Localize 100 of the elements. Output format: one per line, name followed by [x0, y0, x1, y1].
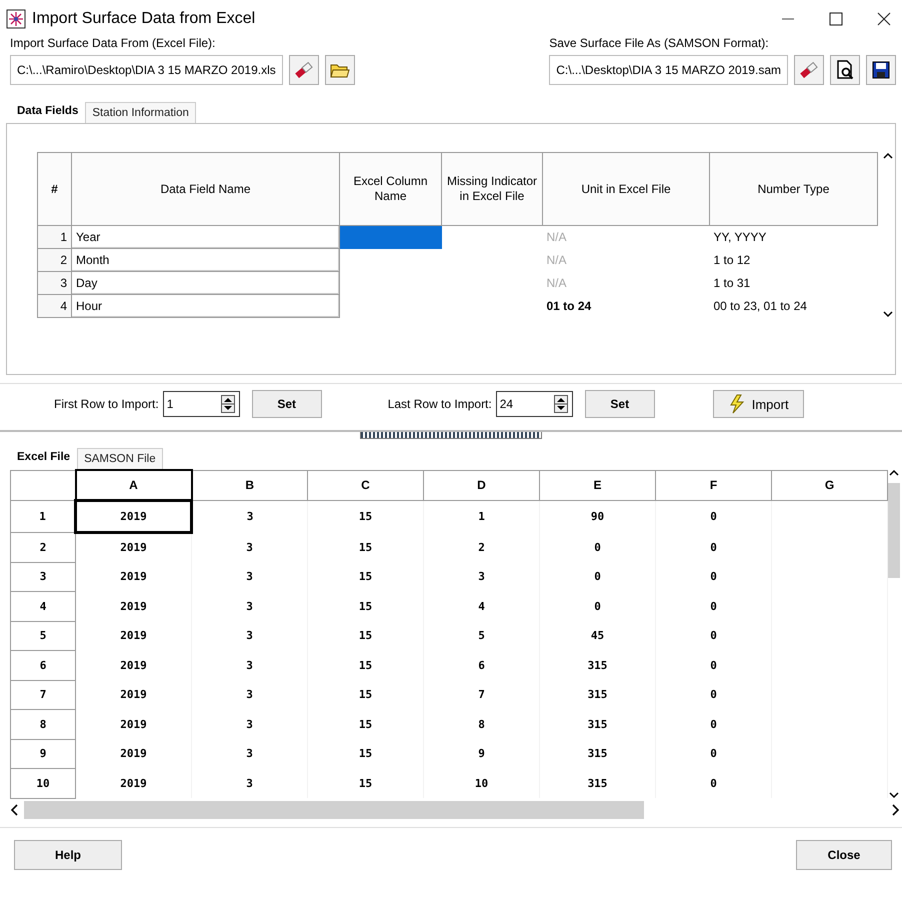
- grid-cell[interactable]: 5: [424, 621, 540, 650]
- grid-cell[interactable]: 15: [308, 621, 424, 650]
- grid-cell[interactable]: 90: [540, 500, 656, 532]
- row-header[interactable]: 10: [10, 768, 76, 798]
- grid-cell[interactable]: 3: [192, 768, 308, 798]
- column-header[interactable]: C: [308, 470, 424, 500]
- grid-cell[interactable]: 3: [192, 532, 308, 562]
- grid-cell[interactable]: 0: [656, 739, 772, 768]
- grid-cell[interactable]: 2019: [76, 562, 192, 592]
- grid-cell[interactable]: 8: [424, 710, 540, 739]
- scroll-down-icon[interactable]: [889, 790, 899, 798]
- grid-cell[interactable]: 315: [540, 710, 656, 739]
- spin-field[interactable]: 24: [496, 391, 573, 417]
- row-header[interactable]: 4: [10, 592, 76, 621]
- scroll-down-icon[interactable]: [883, 310, 893, 318]
- grid-cell[interactable]: 315: [540, 650, 656, 680]
- grid-cell[interactable]: 2: [424, 532, 540, 562]
- grid-cell[interactable]: 15: [308, 710, 424, 739]
- row-header[interactable]: 9: [10, 739, 76, 768]
- grid-cell[interactable]: 2019: [76, 500, 192, 532]
- grid-cell[interactable]: 15: [308, 650, 424, 680]
- close-icon[interactable]: [876, 11, 892, 27]
- column-header[interactable]: G: [772, 470, 888, 500]
- set-button[interactable]: Set: [584, 390, 655, 418]
- scroll-up-icon[interactable]: [889, 469, 899, 477]
- grid-cell[interactable]: 1: [424, 500, 540, 532]
- grid-cell[interactable]: 15: [308, 768, 424, 798]
- row-header[interactable]: 6: [10, 650, 76, 680]
- row-header[interactable]: 7: [10, 680, 76, 710]
- tab[interactable]: Station Information: [85, 102, 196, 123]
- column-header[interactable]: D: [424, 470, 540, 500]
- grid-cell[interactable]: 6: [424, 650, 540, 680]
- grid-cell[interactable]: 3: [192, 739, 308, 768]
- row-header[interactable]: 1: [10, 500, 76, 532]
- spinner-icon[interactable]: [554, 395, 568, 413]
- clear-button[interactable]: [794, 55, 824, 85]
- file-path-field[interactable]: C:\...\Desktop\DIA 3 15 MARZO 2019.sam: [549, 55, 788, 85]
- grid-cell[interactable]: 0: [656, 768, 772, 798]
- grid-cell[interactable]: 7: [424, 680, 540, 710]
- preview-button[interactable]: [830, 55, 860, 85]
- grid-cell[interactable]: 0: [540, 592, 656, 621]
- grid-cell[interactable]: 10: [424, 768, 540, 798]
- grid-cell[interactable]: 2019: [76, 621, 192, 650]
- column-header[interactable]: E: [540, 470, 656, 500]
- column-header[interactable]: F: [656, 470, 772, 500]
- tab[interactable]: SAMSON File: [77, 448, 163, 469]
- grid-cell[interactable]: 3: [192, 710, 308, 739]
- column-header[interactable]: A: [76, 470, 192, 500]
- spin-field[interactable]: 1: [162, 391, 240, 417]
- scroll-right-icon[interactable]: [890, 804, 900, 816]
- grid-cell[interactable]: 15: [308, 500, 424, 532]
- set-button[interactable]: Set: [252, 390, 322, 418]
- grid-cell[interactable]: 2019: [76, 739, 192, 768]
- spinner-icon[interactable]: [220, 395, 235, 413]
- grid-cell[interactable]: 15: [308, 739, 424, 768]
- import-button[interactable]: Import: [712, 390, 804, 418]
- grid-cell[interactable]: 0: [656, 650, 772, 680]
- grid-cell[interactable]: 15: [308, 680, 424, 710]
- grid-cell[interactable]: 0: [656, 621, 772, 650]
- grid-cell[interactable]: 2019: [76, 680, 192, 710]
- grid-cell[interactable]: 0: [540, 532, 656, 562]
- grid-cell[interactable]: 2019: [76, 650, 192, 680]
- scrollbar-thumb[interactable]: [888, 483, 900, 578]
- splitter-handle[interactable]: [360, 432, 542, 439]
- grid-cell[interactable]: 45: [540, 621, 656, 650]
- help-button[interactable]: Help: [14, 840, 122, 870]
- grid-cell[interactable]: 3: [192, 562, 308, 592]
- grid-cell[interactable]: 2019: [76, 532, 192, 562]
- column-header[interactable]: B: [192, 470, 308, 500]
- browse-button[interactable]: [324, 55, 355, 85]
- grid-cell[interactable]: 0: [540, 562, 656, 592]
- grid-cell[interactable]: 2019: [76, 710, 192, 739]
- maximize-icon[interactable]: [828, 11, 844, 27]
- file-path-field[interactable]: C:\...\Ramiro\Desktop\DIA 3 15 MARZO 2019.xls: [10, 55, 283, 85]
- grid-cell[interactable]: 15: [308, 592, 424, 621]
- save-button[interactable]: [866, 55, 896, 85]
- grid-cell[interactable]: 3: [424, 562, 540, 592]
- row-header[interactable]: 3: [10, 562, 76, 592]
- close-button[interactable]: Close: [796, 840, 892, 870]
- grid-cell[interactable]: 315: [540, 739, 656, 768]
- grid-cell[interactable]: 3: [192, 650, 308, 680]
- grid-cell[interactable]: 3: [192, 680, 308, 710]
- grid-cell[interactable]: 3: [192, 592, 308, 621]
- excel-column-cell[interactable]: [340, 226, 442, 248]
- row-header[interactable]: 5: [10, 621, 76, 650]
- grid-cell[interactable]: 0: [656, 532, 772, 562]
- scroll-left-icon[interactable]: [10, 804, 20, 816]
- grid-cell[interactable]: 0: [656, 500, 772, 532]
- row-header[interactable]: 2: [10, 532, 76, 562]
- grid-cell[interactable]: 3: [192, 621, 308, 650]
- scroll-up-icon[interactable]: [883, 152, 893, 160]
- scrollbar-thumb[interactable]: [24, 800, 644, 818]
- grid-cell[interactable]: 0: [656, 710, 772, 739]
- grid-cell[interactable]: 9: [424, 739, 540, 768]
- grid-cell[interactable]: 315: [540, 680, 656, 710]
- grid-cell[interactable]: 315: [540, 768, 656, 798]
- grid-cell[interactable]: 2019: [76, 592, 192, 621]
- grid-cell[interactable]: 15: [308, 532, 424, 562]
- grid-cell[interactable]: 2019: [76, 768, 192, 798]
- grid-cell[interactable]: 15: [308, 562, 424, 592]
